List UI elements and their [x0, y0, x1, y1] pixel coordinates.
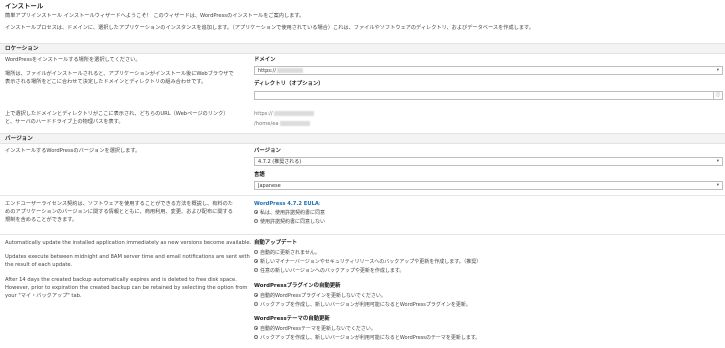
version-section-title: バージョン — [5, 135, 33, 142]
plugin-update-none-option[interactable]: 自動的WordPressプラグインを更新しないでください。 — [254, 293, 386, 300]
radio-selected-icon[interactable] — [254, 293, 258, 297]
chevron-down-icon: ▾ — [716, 159, 719, 164]
radio-selected-icon[interactable] — [254, 210, 258, 214]
theme-update-none-option[interactable]: 自動的WordPressテーマを更新しないでください。 — [254, 326, 376, 333]
theme-update-label: WordPressテーマの自動更新 — [254, 316, 330, 322]
location-section-title: ロケーション — [5, 45, 39, 52]
intro-text: 簡単アプリインストール インストールウィザードへようこそ！ このウィザードは、W… — [5, 13, 305, 19]
location-help-line1: 場所は、ファイルがインストールされると、アプリケーションがインストール後にWeb… — [5, 71, 234, 77]
radio-icon[interactable] — [254, 219, 258, 223]
language-select[interactable]: Japanese ▾ — [254, 181, 723, 190]
domain-select[interactable]: https:// ▾ — [254, 66, 723, 75]
divider — [0, 195, 725, 196]
autoupdate-minor-option[interactable]: 新しいマイナーバージョンやセキュリティリリースへのバックアップや更新を作成します… — [254, 259, 481, 266]
directory-label: ディレクトリ（オプション） — [254, 81, 324, 87]
eula-disagree-option[interactable]: 使用許諾契約書に同意しない — [254, 219, 325, 226]
eula-desc-line1: エンドユーザーライセンス契約は、ソフトウェアを使用することができる方法を概説し、… — [5, 201, 233, 207]
location-help-line2: 表示される場所をどこに合わせて決定したドメインとディレクトリの組み合わせです。 — [5, 79, 207, 85]
intro-process-text: インストールプロセスは、ドメインに、選択したアプリケーションのインスタンスを追加… — [5, 25, 534, 31]
location-desc: WordPressをインストールする場所を選択してください。 — [5, 57, 141, 63]
url-note-line1: 上で選択したドメインとディレクトリがここに表示され、どちらのURL（Webページ… — [5, 111, 229, 117]
version-value: 4.7.2 (推奨される) — [258, 159, 302, 166]
redacted-domain — [276, 68, 303, 74]
url-note-line2: と、サーバのハードドライブ上の物理パスを表す。 — [5, 119, 124, 125]
plugin-update-auto-option[interactable]: バックアップを作成し、新しいバージョンが利用可能になるとWordPressプラグ… — [254, 302, 471, 309]
version-select[interactable]: 4.7.2 (推奨される) ▾ — [254, 157, 723, 166]
radio-selected-icon[interactable] — [254, 259, 258, 263]
autoupdate-backup-line2: However, prior to expiration the created… — [5, 285, 248, 291]
url-preview: https:// — [254, 111, 314, 118]
autoupdate-desc: Automatically update the installed appli… — [5, 240, 252, 246]
chevron-down-icon: ▾ — [716, 68, 719, 73]
path-preview: /home/ea — [254, 121, 310, 128]
radio-selected-icon[interactable] — [254, 326, 258, 330]
autoupdate-schedule-line1: Updates execute between midnight and 8AM… — [5, 254, 250, 260]
redacted-url — [273, 111, 314, 116]
autoupdate-none-option[interactable]: 自動的に更新されません。 — [254, 250, 320, 257]
autoupdate-schedule-line2: the result of each update. — [5, 262, 73, 268]
directory-browse-button[interactable]: ⓘ — [714, 91, 723, 100]
eula-heading: WordPress 4.7.2 EULA: — [254, 201, 321, 207]
location-section-header: ロケーション — [0, 43, 725, 54]
version-desc: インストールするWordPressのバージョンを選択します。 — [5, 148, 141, 154]
version-label: バージョン — [254, 148, 281, 154]
installer-page: インストール 簡単アプリインストール インストールウィザードへようこそ！ このウ… — [0, 0, 725, 348]
redacted-path — [279, 121, 310, 126]
autoupdate-any-option[interactable]: 任意の新しいバージョンへのバックアップや更新を作成します。 — [254, 268, 404, 275]
autoupdate-backup-line3: your "マイ・バックアップ" tab. — [5, 293, 82, 299]
eula-desc-line2: めのアプリケーションのバージョンに関する情報とともに、商用利用、変更、および配布… — [5, 209, 233, 215]
autoupdate-backup-line1: After 14 days the created backup automat… — [5, 277, 237, 283]
radio-icon[interactable] — [254, 268, 258, 272]
domain-label: ドメイン — [254, 57, 276, 63]
language-value: Japanese — [258, 183, 281, 190]
eula-link[interactable]: WordPress 4.7.2 EULA — [254, 201, 319, 207]
directory-input[interactable] — [254, 91, 714, 100]
theme-update-auto-option[interactable]: バックアップを作成し、新しいバージョンが利用可能になるとWordPressのテー… — [254, 335, 480, 342]
eula-desc-line3: 規制を含めることができます。 — [5, 217, 78, 223]
divider — [0, 234, 725, 235]
page-title: インストール — [5, 2, 44, 10]
chevron-down-icon: ▾ — [716, 183, 719, 188]
radio-icon[interactable] — [254, 335, 258, 339]
autoupdate-label: 自動アップデート — [254, 240, 298, 246]
eula-agree-option[interactable]: 私は、使用許諾契約書に同意 — [254, 210, 325, 217]
plugin-update-label: WordPressプラグインの自動更新 — [254, 283, 341, 289]
radio-icon[interactable] — [254, 302, 258, 306]
language-label: 言語 — [254, 172, 265, 178]
version-section-header: バージョン — [0, 133, 725, 144]
radio-icon[interactable] — [254, 250, 258, 254]
domain-value: https:// — [258, 68, 276, 75]
